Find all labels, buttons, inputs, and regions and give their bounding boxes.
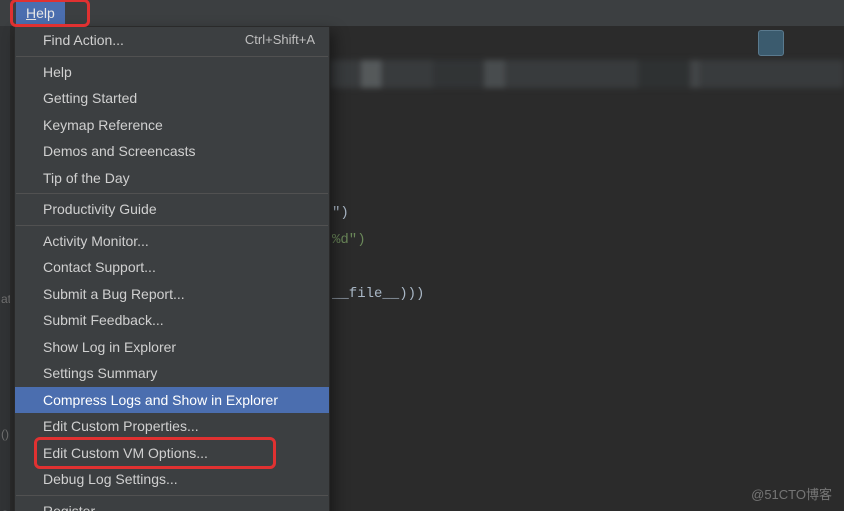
mi-debug-log-settings[interactable]: Debug Log Settings... bbox=[15, 466, 329, 493]
breadcrumb-blurred bbox=[330, 60, 844, 88]
mi-label: Edit Custom Properties... bbox=[43, 418, 199, 434]
mi-label: Submit a Bug Report... bbox=[43, 286, 185, 302]
mi-contact-support[interactable]: Contact Support... bbox=[15, 254, 329, 281]
mi-keymap-reference[interactable]: Keymap Reference bbox=[15, 112, 329, 139]
mi-label: Productivity Guide bbox=[43, 201, 157, 217]
mi-bug-report[interactable]: Submit a Bug Report... bbox=[15, 281, 329, 308]
mi-tip-of-the-day[interactable]: Tip of the Day bbox=[15, 165, 329, 192]
mi-show-log[interactable]: Show Log in Explorer bbox=[15, 334, 329, 361]
mi-label: Submit Feedback... bbox=[43, 312, 164, 328]
mi-label: Show Log in Explorer bbox=[43, 339, 176, 355]
menu-separator bbox=[16, 495, 328, 496]
mi-label: Tip of the Day bbox=[43, 170, 130, 186]
mi-label: Demos and Screencasts bbox=[43, 143, 196, 159]
mi-label: Activity Monitor... bbox=[43, 233, 149, 249]
menu-separator bbox=[16, 225, 328, 226]
mi-help[interactable]: Help bbox=[15, 59, 329, 86]
mi-label: Compress Logs and Show in Explorer bbox=[43, 392, 278, 408]
mi-edit-custom-vm-options[interactable]: Edit Custom VM Options... bbox=[15, 440, 329, 467]
mi-demos[interactable]: Demos and Screencasts bbox=[15, 138, 329, 165]
mi-label: Find Action... bbox=[43, 32, 124, 48]
editor-gutter: at () () y( 目 at 检 tD ir bbox=[0, 0, 10, 511]
mi-register[interactable]: Register... bbox=[15, 498, 329, 511]
mi-label: Help bbox=[43, 64, 72, 80]
menu-help[interactable]: Help bbox=[16, 0, 65, 26]
menu-help-label: Help bbox=[26, 5, 55, 21]
menu-separator bbox=[16, 193, 328, 194]
mi-submit-feedback[interactable]: Submit Feedback... bbox=[15, 307, 329, 334]
help-dropdown: Find Action... Ctrl+Shift+A Help Getting… bbox=[14, 26, 330, 511]
menu-bar: Help bbox=[0, 0, 844, 26]
editor-code[interactable]: ") %d") __file__))) bbox=[332, 92, 424, 308]
mi-label: Contact Support... bbox=[43, 259, 156, 275]
watermark: @51CTO博客 bbox=[751, 484, 832, 503]
mi-label: Keymap Reference bbox=[43, 117, 163, 133]
menu-separator bbox=[16, 56, 328, 57]
mi-productivity-guide[interactable]: Productivity Guide bbox=[15, 196, 329, 223]
mi-activity-monitor[interactable]: Activity Monitor... bbox=[15, 228, 329, 255]
mi-compress-logs[interactable]: Compress Logs and Show in Explorer bbox=[15, 387, 329, 414]
mi-getting-started[interactable]: Getting Started bbox=[15, 85, 329, 112]
mi-edit-custom-properties[interactable]: Edit Custom Properties... bbox=[15, 413, 329, 440]
mi-label: Settings Summary bbox=[43, 365, 157, 381]
mi-label: Edit Custom VM Options... bbox=[43, 445, 208, 461]
mi-label: Getting Started bbox=[43, 90, 137, 106]
mi-label: Register... bbox=[43, 503, 106, 511]
mi-label: Debug Log Settings... bbox=[43, 471, 178, 487]
tool-window-tab[interactable] bbox=[758, 30, 784, 56]
mi-settings-summary[interactable]: Settings Summary bbox=[15, 360, 329, 387]
mi-find-action[interactable]: Find Action... Ctrl+Shift+A bbox=[15, 27, 329, 54]
mi-shortcut: Ctrl+Shift+A bbox=[245, 27, 315, 54]
